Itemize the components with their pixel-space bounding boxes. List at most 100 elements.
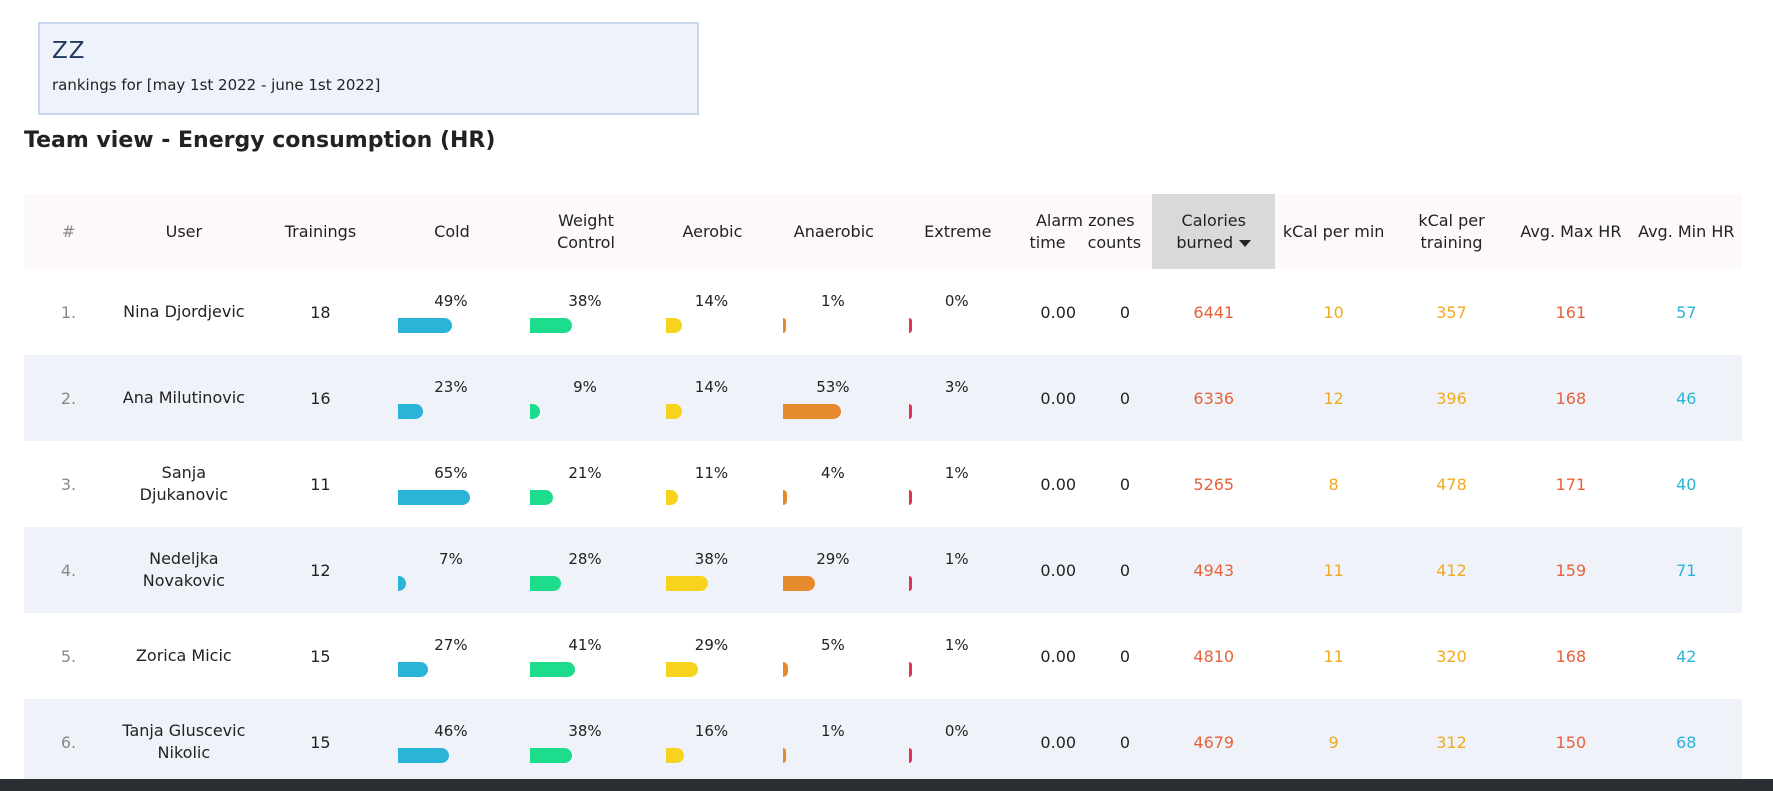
avg-max-hr-cell: 171 [1555,474,1587,494]
extreme-bar [909,403,913,419]
col-avg-min-hr[interactable]: Avg. Min HR [1631,194,1742,269]
col-calories-burned[interactable]: Calories burned [1152,194,1276,269]
user-cell[interactable]: Ana Milutinovic [113,355,255,441]
avg-min-hr-cell: 42 [1676,646,1697,666]
ranking-header: ZZ rankings for [may 1st 2022 - june 1st… [38,22,699,115]
cold-percent: 7% [439,549,463,568]
aerobic-bar [666,403,682,419]
aerobic-cell: 38% [654,527,770,613]
trainings-cell: 15 [310,732,331,752]
calories-cell: 4679 [1193,732,1235,752]
col-anaerobic[interactable]: Anaerobic [771,194,897,269]
team-code: ZZ [52,38,86,64]
extreme-cell: 1% [897,613,1018,699]
aerobic-percent: 11% [694,463,729,482]
rank-cell: 5. [60,646,77,666]
anaerobic-bar [782,747,786,763]
kcal-per-min-cell: 8 [1328,474,1339,494]
energy-table: # User Trainings Cold Weight Control Aer… [24,194,1742,785]
alarm-counts-label: counts [1087,232,1142,252]
trainings-cell: 16 [310,388,331,408]
alarm-time-value: 0.00 [1040,646,1077,666]
kcal-per-min-cell: 12 [1323,388,1344,408]
alarm-time-label: time [1029,232,1066,252]
anaerobic-bar [782,661,789,677]
extreme-bar [909,747,913,763]
cold-cell: 23% [386,355,518,441]
extreme-bar [909,489,913,505]
alarm-counts-value: 0 [1119,646,1131,666]
extreme-percent: 1% [944,463,969,482]
table-row[interactable]: 1. Nina Djordjevic 18 49% 38% 14% 1% 0% 0 [24,269,1742,355]
table-row[interactable]: 3. Sanja Djukanovic 11 65% 21% 11% 4% 1% [24,441,1742,527]
user-cell[interactable]: Zorica Micic [113,613,255,699]
anaerobic-cell: 1% [771,699,897,785]
calories-cell: 6441 [1193,302,1235,322]
trainings-cell: 12 [310,560,331,580]
avg-max-hr-cell: 168 [1555,388,1587,408]
col-alarm-zones[interactable]: Alarm zones time counts [1019,194,1153,269]
alarm-counts-value: 0 [1119,474,1131,494]
table-row[interactable]: 2. Ana Milutinovic 16 23% 9% 14% 53% 3% 0 [24,355,1742,441]
aerobic-percent: 38% [694,549,729,568]
kcal-per-min-cell: 10 [1323,302,1344,322]
trainings-cell: 11 [310,474,331,494]
extreme-bar [909,317,913,333]
anaerobic-percent: 29% [816,549,850,568]
kcal-per-training-cell: 312 [1436,732,1467,752]
cold-cell: 7% [386,527,518,613]
user-cell[interactable]: Nedeljka Novakovic [113,527,255,613]
col-rank[interactable]: # [24,194,113,269]
cold-percent: 65% [434,463,468,482]
col-weight-control[interactable]: Weight Control [518,194,655,269]
cold-bar [398,489,470,505]
anaerobic-percent: 4% [820,463,845,482]
col-user[interactable]: User [113,194,255,269]
col-avg-max-hr[interactable]: Avg. Max HR [1511,194,1630,269]
alarm-time-value: 0.00 [1040,560,1077,580]
extreme-cell: 0% [897,269,1018,355]
col-kcal-per-training[interactable]: kCal per training [1392,194,1511,269]
cold-percent: 27% [434,635,468,654]
rank-cell: 2. [60,388,77,408]
anaerobic-cell: 5% [771,613,897,699]
extreme-bar [909,661,913,677]
user-cell[interactable]: Tanja Gluscevic Nikolic [113,699,255,785]
extreme-cell: 1% [897,527,1018,613]
trainings-cell: 15 [310,646,331,666]
weight-control-percent: 41% [568,635,602,654]
table-row[interactable]: 4. Nedeljka Novakovic 12 7% 28% 38% 29% 1% [24,527,1742,613]
kcal-per-training-cell: 396 [1436,388,1467,408]
user-cell[interactable]: Nina Djordjevic [113,269,255,355]
col-cold[interactable]: Cold [386,194,518,269]
aerobic-cell: 14% [654,269,770,355]
aerobic-cell: 14% [654,355,770,441]
kcal-per-min-cell: 11 [1323,560,1344,580]
aerobic-percent: 29% [694,635,729,654]
avg-max-hr-cell: 159 [1555,560,1587,580]
cold-bar [398,747,449,763]
aerobic-cell: 29% [654,613,770,699]
aerobic-bar [666,575,709,591]
col-extreme[interactable]: Extreme [897,194,1018,269]
user-cell[interactable]: Sanja Djukanovic [113,441,255,527]
alarm-time-value: 0.00 [1040,388,1077,408]
cold-bar [398,317,453,333]
taskbar [0,779,1773,791]
table-row[interactable]: 5. Zorica Micic 15 27% 41% 29% 5% 1% 0.00 [24,613,1742,699]
alarm-zones-cell: 0.00 0 [1019,441,1153,527]
weight-control-percent: 21% [568,463,602,482]
avg-min-hr-cell: 46 [1676,388,1697,408]
col-kcal-per-min[interactable]: kCal per min [1275,194,1391,269]
extreme-cell: 0% [897,699,1018,785]
anaerobic-bar [782,317,786,333]
kcal-per-training-cell: 320 [1436,646,1467,666]
extreme-cell: 1% [897,441,1018,527]
table-row[interactable]: 6. Tanja Gluscevic Nikolic 15 46% 38% 16% … [24,699,1742,785]
col-aerobic[interactable]: Aerobic [654,194,770,269]
aerobic-bar [666,317,682,333]
col-trainings[interactable]: Trainings [255,194,387,269]
weight-control-bar [529,403,540,419]
aerobic-percent: 16% [694,721,729,740]
weight-control-bar [529,747,572,763]
